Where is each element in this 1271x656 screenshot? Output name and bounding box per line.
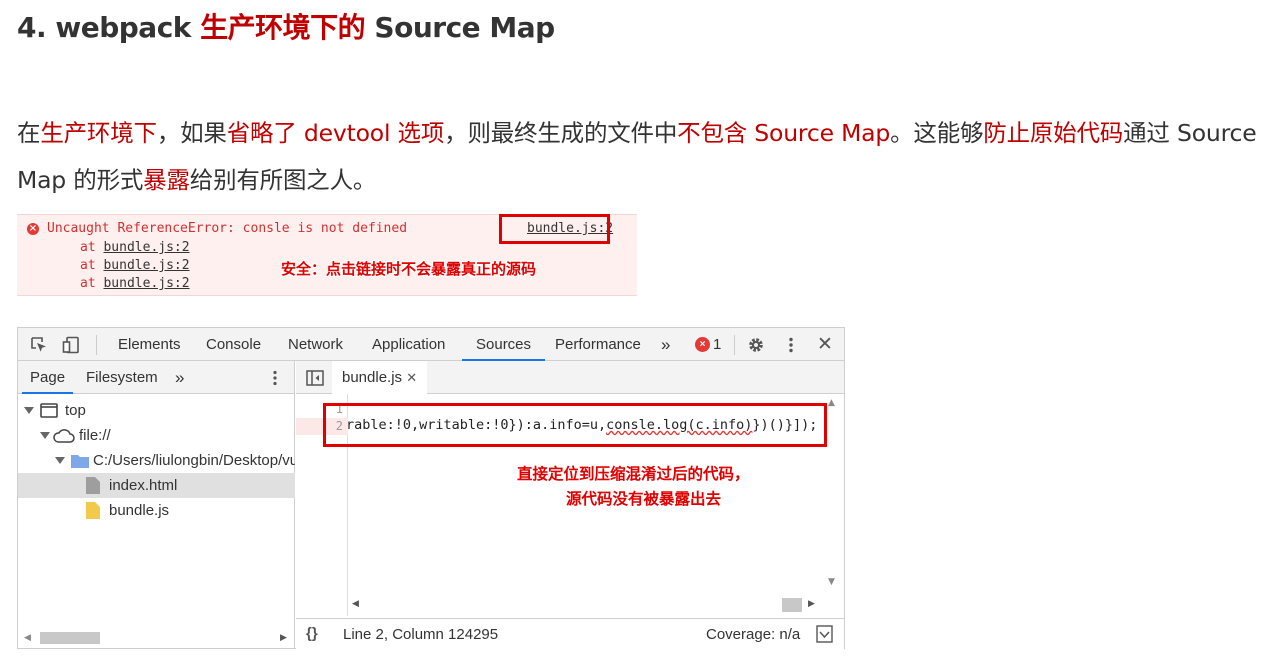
paragraph-text: 。这能够: [890, 119, 984, 147]
highlight-frame-code: [323, 403, 827, 447]
expand-triangle-icon[interactable]: [40, 432, 50, 439]
editor-vscrollbar[interactable]: ▲ ▼: [823, 394, 844, 594]
tab-performance[interactable]: Performance: [555, 328, 641, 361]
scroll-down-icon[interactable]: ▼: [828, 577, 835, 587]
stack-frame-link[interactable]: bundle.js:2: [103, 240, 189, 255]
navigator-pane: Page Filesystem » top file:// C:/Users/l…: [18, 361, 295, 649]
tab-sources[interactable]: Sources: [462, 328, 546, 361]
scrollbar-thumb[interactable]: [782, 598, 802, 612]
editor-hscrollbar[interactable]: ◀ ▶: [346, 594, 824, 616]
navigator-more-icon[interactable]: »: [175, 361, 184, 394]
coverage-status: Coverage: n/a: [706, 626, 801, 643]
devtools-tabbar: Elements Console Network Application Sou…: [18, 328, 844, 361]
navigator-tabbar: Page Filesystem »: [18, 361, 294, 394]
toolbar-divider: [734, 335, 735, 355]
tab-bundle-js[interactable]: bundle.js ✕: [332, 361, 428, 394]
coverage-drawer-icon[interactable]: [816, 625, 833, 643]
tree-item-label: index.html: [109, 477, 178, 494]
highlighted-text: 暴露: [143, 166, 190, 194]
tree-item-origin[interactable]: file://: [18, 423, 295, 448]
toolbar-divider: [96, 335, 97, 355]
scroll-left-icon[interactable]: ◀: [24, 632, 31, 643]
stack-frame: at bundle.js:2: [80, 258, 190, 273]
editor-status-bar: {} Line 2, Column 124295 Coverage: n/a: [296, 618, 844, 649]
gear-icon[interactable]: [747, 336, 765, 354]
tab-network[interactable]: Network: [288, 328, 343, 361]
navigator-scrollbar[interactable]: ◀ ▶: [18, 626, 295, 648]
scrollbar-thumb[interactable]: [40, 632, 100, 644]
annotation-safe: 安全：点击链接时不会暴露真正的源码: [281, 260, 537, 278]
intro-paragraph: 在生产环境下，如果省略了 devtool 选项，则最终生成的文件中不包含 Sou…: [17, 110, 1267, 204]
tree-item-label: C:/Users/liulongbin/Desktop/vu: [93, 452, 295, 469]
device-toolbar-icon[interactable]: [62, 336, 80, 354]
scroll-left-icon[interactable]: ◀: [352, 599, 359, 609]
stack-frame-link[interactable]: bundle.js:2: [103, 258, 189, 273]
close-devtools-icon[interactable]: ✕: [817, 328, 833, 361]
tree-item-file[interactable]: bundle.js: [18, 498, 295, 523]
tree-item-label: file://: [79, 427, 111, 444]
tab-page[interactable]: Page: [22, 361, 74, 394]
file-icon: [86, 477, 100, 494]
tree-item-label: top: [65, 402, 86, 419]
scroll-up-icon[interactable]: ▲: [828, 398, 835, 408]
highlighted-text: 不包含 Source Map: [677, 119, 891, 147]
highlighted-text: 省略了 devtool 选项: [226, 119, 445, 147]
highlighted-text: 生产环境下: [40, 119, 157, 147]
error-count[interactable]: 1: [713, 328, 721, 362]
heading-highlight: 生产环境下的: [200, 11, 366, 44]
tab-application[interactable]: Application: [372, 328, 445, 361]
open-file-label: bundle.js: [342, 369, 403, 386]
paragraph-text: 在: [17, 119, 41, 147]
highlighted-text: 防止原始代码: [983, 119, 1124, 147]
tree-item-file[interactable]: index.html: [18, 473, 295, 498]
kebab-menu-icon[interactable]: [782, 336, 800, 354]
error-message: Uncaught ReferenceError: consle is not d…: [47, 221, 408, 236]
expand-triangle-icon[interactable]: [24, 407, 34, 414]
section-heading: 4. webpack 生产环境下的 Source Map: [17, 6, 555, 46]
tab-elements[interactable]: Elements: [118, 328, 181, 361]
heading-suffix: Source Map: [365, 11, 555, 44]
annotation-code-line-1: 直接定位到压缩混淆过后的代码，: [517, 465, 750, 483]
window-icon: [40, 403, 58, 418]
stack-frame-link[interactable]: bundle.js:2: [103, 276, 189, 291]
toggle-navigator-icon[interactable]: [306, 370, 324, 386]
cloud-icon: [53, 429, 75, 443]
paragraph-text: 给别有所图之人。: [189, 166, 377, 194]
stack-frame: at bundle.js:2: [80, 276, 190, 291]
paragraph-text: ，如果: [156, 119, 227, 147]
tree-item-folder[interactable]: C:/Users/liulongbin/Desktop/vu: [18, 448, 295, 473]
more-tabs-icon[interactable]: »: [661, 328, 670, 361]
tree-item-label: bundle.js: [109, 502, 170, 519]
tab-filesystem[interactable]: Filesystem: [86, 361, 158, 394]
tree-item-top[interactable]: top: [18, 398, 295, 423]
paragraph-text: ，则最终生成的文件中: [444, 119, 678, 147]
stack-frame: at bundle.js:2: [80, 240, 190, 255]
cursor-position: Line 2, Column 124295: [343, 626, 499, 643]
js-file-icon: [86, 502, 100, 519]
expand-triangle-icon[interactable]: [55, 457, 65, 464]
error-count-icon[interactable]: ×: [695, 337, 710, 352]
scroll-right-icon[interactable]: ▶: [808, 599, 815, 609]
scroll-right-icon[interactable]: ▶: [280, 632, 287, 643]
close-file-icon[interactable]: ✕: [406, 370, 417, 385]
heading-prefix: 4. webpack: [17, 11, 201, 44]
highlight-frame-source-link: [499, 214, 610, 244]
pretty-print-icon[interactable]: {}: [306, 625, 318, 642]
navigator-menu-icon[interactable]: [266, 369, 284, 387]
inspect-element-icon[interactable]: [30, 336, 48, 354]
editor-tabbar: bundle.js ✕: [296, 361, 844, 394]
annotation-code-line-2: 源代码没有被暴露出去: [566, 490, 722, 508]
tab-console[interactable]: Console: [206, 328, 261, 361]
folder-icon: [71, 455, 89, 468]
error-x-icon: ×: [27, 223, 39, 235]
